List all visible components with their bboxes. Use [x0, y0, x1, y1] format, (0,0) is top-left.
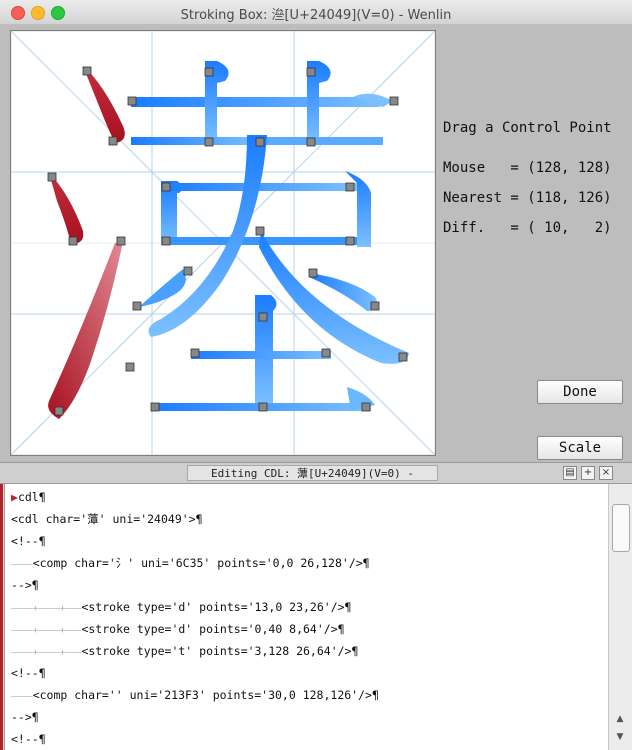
editor-line: ————+————+———<stroke type='d' points='13… — [11, 596, 351, 618]
mouse-readout: Mouse = (128, 128) — [443, 160, 612, 176]
scroll-down-icon[interactable]: ▼ — [613, 730, 627, 744]
cdl-editor[interactable]: ▶cdl¶ <cdl char='藫' uni='24049'>¶ <!--¶ … — [4, 484, 609, 750]
play-icon[interactable]: ▶ — [11, 490, 18, 504]
drag-heading: Drag a Control Point — [443, 120, 612, 136]
diff-readout: Diff. = ( 10, 2) — [443, 220, 612, 236]
editor-line: <cdl char='藫' uni='24049'>¶ — [11, 508, 203, 530]
editor-line: ————+————+———<stroke type='t' points='3,… — [11, 640, 358, 662]
editor-line: <!--¶ — [11, 662, 46, 684]
editor-line: -->¶ — [11, 706, 39, 728]
editor-marker — [0, 484, 3, 750]
editor-line: <!--¶ — [11, 530, 46, 552]
close-icon[interactable]: × — [599, 466, 613, 480]
editor-line: <!--¶ — [11, 728, 46, 750]
editor-titlebar[interactable]: Editing CDL: 藫[U+24049](V=0) - Wenlin ▤ … — [0, 462, 632, 484]
editor-line: -->¶ — [11, 574, 39, 596]
editor-title: Editing CDL: 藫[U+24049](V=0) - Wenlin — [187, 465, 438, 481]
editor-line: ————+————+———<stroke type='d' points='0,… — [11, 618, 345, 640]
done-button[interactable]: Done — [537, 380, 623, 404]
expand-icon[interactable]: + — [581, 466, 595, 480]
stroke-canvas[interactable] — [10, 30, 436, 456]
editor-line: ————<comp char='𡏳' uni='213F3' points='3… — [11, 684, 379, 706]
nearest-readout: Nearest = (118, 126) — [443, 190, 612, 206]
editor-line: ▶cdl¶ — [11, 486, 46, 508]
stroke-dot-1 — [83, 66, 125, 143]
scroll-up-icon[interactable]: ▲ — [613, 712, 627, 726]
scale-button[interactable]: Scale — [537, 436, 623, 460]
scroll-thumb[interactable] — [612, 504, 630, 552]
window-title: Stroking Box: 㴉[U+24049](V=0) - Wenlin — [0, 4, 632, 23]
editor-scrollbar[interactable]: ▲ ▼ — [608, 484, 632, 750]
collapse-icon[interactable]: ▤ — [563, 466, 577, 480]
phonetic-strokes — [131, 61, 409, 411]
glyph-svg[interactable] — [11, 31, 435, 455]
editor-line: ————<comp char='氵' uni='6C35' points='0,… — [11, 552, 370, 574]
window-titlebar: Stroking Box: 㴉[U+24049](V=0) - Wenlin — [0, 0, 632, 25]
stroke-tick — [48, 241, 123, 419]
stroke-dot-2 — [49, 173, 83, 243]
